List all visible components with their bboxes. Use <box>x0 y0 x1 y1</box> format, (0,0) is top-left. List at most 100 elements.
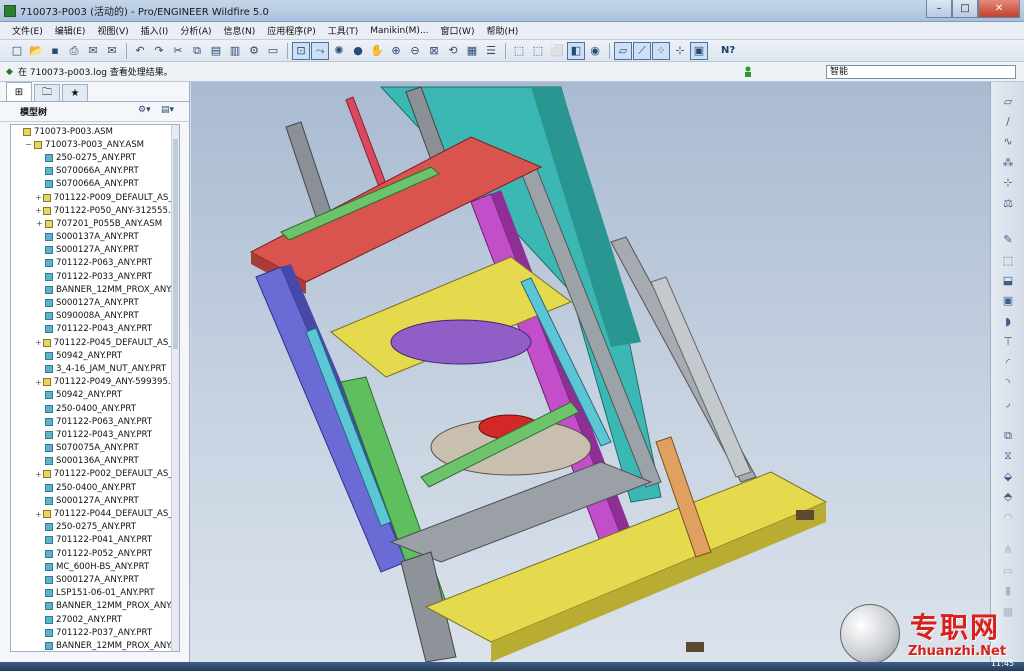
tree-row[interactable]: LSP151-06-01_ANY.PRT <box>11 587 179 600</box>
tree-row[interactable]: +701122-P049_ANY-599395.AS <box>11 376 179 389</box>
undo-icon[interactable]: ↶ <box>131 42 149 60</box>
layers-icon[interactable]: ☰ <box>482 42 500 60</box>
merge-icon[interactable]: ⬙ <box>999 467 1017 485</box>
tree-row[interactable]: +701122-P002_DEFAULT_AS_MA <box>11 468 179 481</box>
repaint-icon[interactable]: ⤳ <box>311 41 329 60</box>
menu-file[interactable]: 文件(E) <box>6 24 49 37</box>
menu-tools[interactable]: 工具(T) <box>322 24 365 37</box>
tree-row[interactable]: S000127A_ANY.PRT <box>11 494 179 507</box>
email-icon[interactable]: ✉ <box>84 42 102 60</box>
window-icon[interactable]: ▭ <box>264 42 282 60</box>
tree-row[interactable]: 701122-P033_ANY.PRT <box>11 270 179 283</box>
sketched-curve-icon[interactable]: ∿ <box>999 133 1017 151</box>
save-icon[interactable]: ▪ <box>46 42 64 60</box>
tree-row[interactable]: S000127A_ANY.PRT <box>11 573 179 586</box>
chamfer-icon[interactable]: ◝ <box>999 374 1017 392</box>
tree-expander-icon[interactable]: − <box>24 140 33 149</box>
tree-row[interactable]: S000137A_ANY.PRT <box>11 231 179 244</box>
tree-row[interactable]: 701122-P052_ANY.PRT <box>11 547 179 560</box>
tree-row[interactable]: S070066A_ANY.PRT <box>11 178 179 191</box>
cut-icon[interactable]: ✂ <box>169 42 187 60</box>
tree-row[interactable]: 250-0400_ANY.PRT <box>11 481 179 494</box>
regenerate-icon[interactable]: ⚙ <box>245 42 263 60</box>
new-icon[interactable]: □ <box>8 42 26 60</box>
hole-icon[interactable]: ⊤ <box>999 333 1017 351</box>
menu-edit[interactable]: 编辑(E) <box>49 24 92 37</box>
annotation-icon[interactable]: ▣ <box>690 41 708 60</box>
datum-axis-icon[interactable]: / <box>999 112 1017 130</box>
minimize-button[interactable]: – <box>926 0 952 18</box>
tree-row[interactable]: 250-0275_ANY.PRT <box>11 151 179 164</box>
tree-expander-icon[interactable]: + <box>35 206 42 215</box>
tree-row[interactable]: BANNER_12MM_PROX_ANY.P <box>11 283 179 296</box>
tree-row[interactable]: 701122-P043_ANY.PRT <box>11 323 179 336</box>
redo-icon[interactable]: ↷ <box>150 42 168 60</box>
draft-icon[interactable]: ◞ <box>999 394 1017 412</box>
model-tree-tab-icon[interactable]: ⊞ <box>6 82 32 101</box>
no-hidden-icon[interactable]: ⬜ <box>548 42 566 60</box>
tree-row[interactable]: 50942_ANY.PRT <box>11 389 179 402</box>
model-display-icon[interactable]: ◉ <box>586 42 604 60</box>
paste-icon[interactable]: ▤ <box>207 42 225 60</box>
pan-icon[interactable]: ✋ <box>368 42 386 60</box>
hidden-line-icon[interactable]: ⬚ <box>529 42 547 60</box>
model-tree[interactable]: 710073-P003.ASM − 710073-P003_ANY.ASM 250-0… <box>10 124 180 652</box>
tree-settings-button[interactable]: ⚙▾ <box>138 105 158 118</box>
datum-axis-icon[interactable]: ⟋ <box>633 41 651 60</box>
tree-row[interactable]: S070066A_ANY.PRT <box>11 165 179 178</box>
tree-row[interactable]: S070075A_ANY.PRT <box>11 442 179 455</box>
tree-expander-icon[interactable]: + <box>35 378 42 387</box>
csys-icon[interactable]: ⊹ <box>999 174 1017 192</box>
open-icon[interactable]: 📂 <box>27 42 45 60</box>
datum-plane-icon[interactable]: ▱ <box>999 92 1017 110</box>
enhanced-realism-icon[interactable]: ◧ <box>567 41 585 60</box>
tree-row[interactable]: +701122-P044_DEFAULT_AS_MA <box>11 507 179 520</box>
shading-icon[interactable]: ● <box>349 42 367 60</box>
pattern-icon[interactable]: ⧉ <box>999 427 1017 445</box>
context-help-button[interactable]: N? <box>721 45 735 56</box>
tree-row[interactable]: S000136A_ANY.PRT <box>11 455 179 468</box>
reorient-icon[interactable]: ⟲ <box>444 42 462 60</box>
tree-row[interactable]: 701122-P037_ANY.PRT <box>11 626 179 639</box>
trim-icon[interactable]: ⬘ <box>999 488 1017 506</box>
datum-point-icon[interactable]: ⁘ <box>652 41 670 60</box>
menu-analysis[interactable]: 分析(A) <box>174 24 217 37</box>
datum-point-icon[interactable]: ⁂ <box>999 153 1017 171</box>
spin-center-icon[interactable]: ⊡ <box>292 41 310 60</box>
email-link-icon[interactable]: ✉ <box>103 42 121 60</box>
menu-manikin[interactable]: Manikin(M)... <box>364 26 434 36</box>
graphics-window[interactable] <box>191 82 990 662</box>
create-component-icon[interactable]: ⬓ <box>999 272 1017 290</box>
offset-icon[interactable]: ◠ <box>999 508 1017 526</box>
csys-icon[interactable]: ⊹ <box>671 42 689 60</box>
menu-insert[interactable]: 插入(I) <box>135 24 175 37</box>
print-icon[interactable]: ⎙ <box>65 42 83 60</box>
tree-row[interactable]: +701122-P009_DEFAULT_AS_MA <box>11 191 179 204</box>
model-viewport[interactable] <box>191 82 990 662</box>
analysis-feature-icon[interactable]: ⚖ <box>999 194 1017 212</box>
copy-icon[interactable]: ⧉ <box>188 42 206 60</box>
tree-show-button[interactable]: ▤▾ <box>161 105 181 118</box>
tree-row[interactable]: 27002_ANY.PRT <box>11 613 179 626</box>
menu-view[interactable]: 视图(V) <box>91 24 134 37</box>
tree-row[interactable]: MC_600H-BS_ANY.PRT <box>11 560 179 573</box>
tree-row[interactable]: 250-0275_ANY.PRT <box>11 521 179 534</box>
tree-expander-icon[interactable]: + <box>35 470 42 479</box>
favorites-tab-icon[interactable]: ★ <box>62 84 88 101</box>
round-icon[interactable]: ◜ <box>999 353 1017 371</box>
folder-browser-tab-icon[interactable]: 🗀 <box>34 84 60 101</box>
tree-row[interactable]: S000127A_ANY.PRT <box>11 296 179 309</box>
tree-scrollbar[interactable] <box>171 125 179 651</box>
close-button[interactable]: ✕ <box>978 0 1020 18</box>
tree-scroll-thumb[interactable] <box>173 139 178 349</box>
selection-filter-select[interactable]: 智能 <box>826 65 1016 79</box>
tree-row[interactable]: BANNER_12MM_PROX_ANY.P <box>11 600 179 613</box>
tree-row[interactable]: +701122-P050_ANY-312555.AS <box>11 204 179 217</box>
menu-window[interactable]: 窗口(W) <box>435 24 481 37</box>
zoom-out-icon[interactable]: ⊖ <box>406 42 424 60</box>
tree-row[interactable]: 701122-P041_ANY.PRT <box>11 534 179 547</box>
tree-expander-icon[interactable]: + <box>35 338 42 347</box>
intersect-icon[interactable]: ⋔ <box>999 541 1017 559</box>
thicken-icon[interactable]: ▭ <box>999 561 1017 579</box>
sketch-icon[interactable]: ✎ <box>999 231 1017 249</box>
